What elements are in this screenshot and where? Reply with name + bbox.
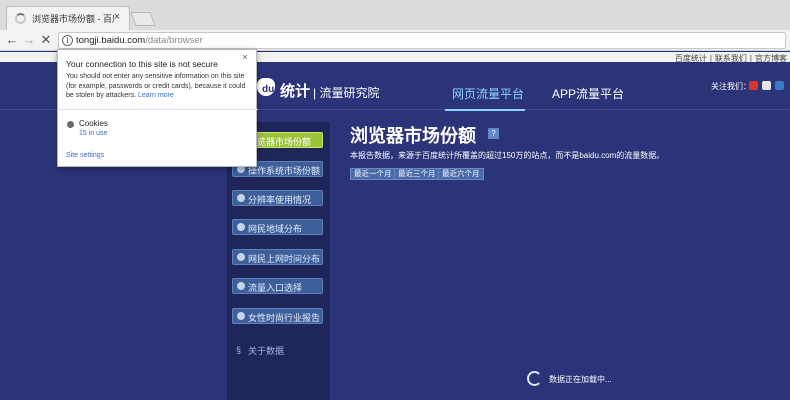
popup-heading: Your connection to this site is not secu… bbox=[66, 59, 218, 69]
logo-du: du bbox=[262, 84, 275, 95]
page-title: 浏览器市场份额 bbox=[350, 126, 476, 146]
active-nav-indicator bbox=[445, 109, 525, 111]
menu-label: 操作系统市场份额 bbox=[248, 166, 321, 176]
popup-body: You should not enter any sensitive infor… bbox=[66, 72, 252, 101]
menu-label: 浏览器市场份额 bbox=[248, 137, 312, 147]
site-settings-link[interactable]: Site settings bbox=[66, 152, 104, 159]
menu-label: 网民地域分布 bbox=[248, 224, 303, 234]
entry-icon bbox=[237, 282, 245, 290]
url-path: /data/browser bbox=[145, 35, 203, 46]
connection-info-popup: × Your connection to this site is not se… bbox=[57, 49, 258, 167]
logo-subtitle: | 流量研究院 bbox=[313, 86, 380, 100]
new-tab-button[interactable] bbox=[130, 12, 156, 26]
period-6-months-button[interactable]: 最近六个月 bbox=[438, 168, 484, 180]
menu-label: 网民上网时间分布 bbox=[248, 254, 321, 264]
nav-web-platform[interactable]: 网页流量平台 bbox=[452, 85, 524, 102]
menu-online-time[interactable]: 网民上网时间分布 bbox=[232, 249, 323, 265]
rss-icon[interactable] bbox=[775, 81, 784, 90]
loading-text: 数据正在加载中... bbox=[549, 375, 612, 384]
tab-close-icon[interactable]: × bbox=[111, 10, 123, 24]
url-host: tongji.baidu.com bbox=[76, 35, 146, 46]
learn-more-link[interactable]: Learn more bbox=[138, 92, 174, 99]
menu-fashion-report[interactable]: 女性时尚行业报告 bbox=[232, 308, 323, 324]
menu-label: 流量入口选择 bbox=[248, 283, 303, 293]
stop-button[interactable]: ✕ bbox=[38, 32, 54, 48]
clock-icon bbox=[237, 253, 245, 261]
back-button[interactable]: ← bbox=[4, 32, 20, 48]
menu-label: 女性时尚行业报告 bbox=[248, 313, 321, 323]
nav-app-platform[interactable]: APP流量平台 bbox=[552, 85, 624, 102]
cookies-label: Cookies bbox=[79, 119, 108, 128]
browser-toolbar: ← → ✕ i tongji.baidu.com/data/browser bbox=[0, 30, 790, 51]
tab-title: 浏览器市场份额 - 百度统 bbox=[32, 14, 114, 24]
wechat-icon[interactable] bbox=[762, 81, 771, 90]
popup-divider bbox=[58, 109, 258, 110]
period-3-months-button[interactable]: 最近三个月 bbox=[394, 168, 440, 180]
globe-icon bbox=[237, 223, 245, 231]
browser-tab[interactable]: 浏览器市场份额 - 百度统 × bbox=[6, 6, 130, 30]
help-icon[interactable]: ? bbox=[488, 128, 499, 139]
menu-label: 分辨率使用情况 bbox=[248, 195, 312, 205]
follow-us-label: 关注我们： bbox=[711, 82, 751, 91]
close-icon[interactable]: × bbox=[240, 52, 250, 62]
browser-window: 浏览器市场份额 - 百度统 × ← → ✕ i tongji.baidu.com… bbox=[0, 0, 790, 400]
forward-button[interactable]: → bbox=[21, 32, 37, 48]
loading-ring-icon bbox=[527, 371, 542, 386]
address-bar[interactable]: i tongji.baidu.com/data/browser bbox=[58, 32, 786, 49]
site-info-icon[interactable]: i bbox=[62, 35, 73, 46]
weibo-icon[interactable] bbox=[749, 81, 758, 90]
loading-spinner-icon bbox=[15, 13, 26, 24]
data-info-icon: § bbox=[236, 345, 242, 355]
menu-resolution[interactable]: 分辨率使用情况 bbox=[232, 190, 323, 206]
cookie-icon bbox=[67, 121, 74, 128]
tab-bar: 浏览器市场份额 - 百度统 × bbox=[0, 0, 790, 30]
monitor-icon bbox=[237, 194, 245, 202]
period-1-month-button[interactable]: 最近一个月 bbox=[350, 168, 396, 180]
logo-text[interactable]: 统计 bbox=[280, 80, 310, 101]
url-text: tongji.baidu.com/data/browser bbox=[76, 35, 203, 46]
cookies-count-link[interactable]: 15 in use bbox=[79, 130, 107, 137]
menu-region[interactable]: 网民地域分布 bbox=[232, 219, 323, 235]
report-note: 本报告数据，来源于百度统计所覆盖的超过150万的站点，而不是baidu.com的… bbox=[350, 151, 665, 160]
about-data-link[interactable]: 关于数据 bbox=[248, 344, 284, 357]
report-icon bbox=[237, 312, 245, 320]
menu-traffic-entry[interactable]: 流量入口选择 bbox=[232, 278, 323, 294]
